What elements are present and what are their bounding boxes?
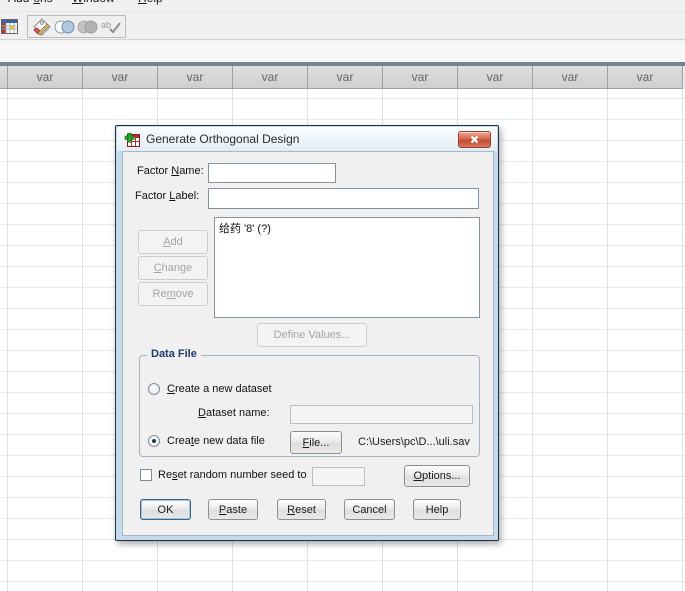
value-labels-icon[interactable] [31, 17, 53, 36]
ok-button[interactable]: OK [140, 499, 191, 520]
column-header-var[interactable]: var [83, 66, 158, 89]
reset-button[interactable]: Reset [277, 499, 326, 520]
column-header-var[interactable]: var [458, 66, 533, 89]
use-sets-icon[interactable] [54, 18, 76, 35]
spss-data-editor: { "menu": { "items": ["Add-&ons", "&Wind… [0, 0, 685, 591]
create-new-dataset-radio[interactable] [148, 383, 160, 395]
column-header-var[interactable]: var [533, 66, 608, 89]
data-file-group-title: Data File [147, 348, 201, 360]
file-button[interactable]: File... [290, 431, 342, 454]
close-icon [470, 135, 479, 144]
spell-check-icon[interactable]: ab [100, 18, 122, 35]
seed-input[interactable] [312, 467, 365, 486]
dialog-body: Factor Name: Factor Label: Add Change Re… [122, 151, 494, 536]
menu-help[interactable]: Help [138, 0, 163, 5]
dialog-icon [124, 131, 140, 147]
factor-list[interactable]: 给药 '8' (?) [214, 217, 480, 318]
reset-seed-checkbox[interactable] [140, 469, 152, 481]
column-header-var[interactable]: var [608, 66, 683, 89]
paste-button[interactable]: Paste [208, 499, 258, 520]
column-header-var[interactable]: var [383, 66, 458, 89]
toolbar: ab [0, 11, 685, 40]
add-button[interactable]: Add [138, 230, 208, 254]
use-sets-disabled-icon[interactable] [77, 18, 99, 35]
create-new-dataset-label[interactable]: Create a new dataset [167, 383, 272, 395]
factor-label-input[interactable] [208, 188, 479, 209]
editor-gap [0, 41, 685, 62]
svg-text:ab: ab [101, 20, 111, 30]
factor-list-item[interactable]: 给药 '8' (?) [219, 220, 475, 236]
factor-label-label: Factor Label: [135, 190, 200, 202]
column-header-var[interactable]: var [308, 66, 383, 89]
data-file-group: Data File Create a new dataset Dataset n… [139, 348, 480, 457]
dialog-titlebar[interactable]: Generate Orthogonal Design [117, 127, 497, 151]
row-header-corner [0, 66, 8, 89]
data-file-path: C:\Users\pc\D...\uli.sav [358, 436, 470, 448]
define-values-button[interactable]: Define Values... [257, 323, 367, 347]
create-new-data-file-label[interactable]: Create new data file [167, 435, 265, 447]
factor-name-input[interactable] [208, 163, 336, 183]
column-header-row: var var var var var var var var var [0, 66, 685, 89]
close-button[interactable] [458, 131, 491, 148]
create-new-data-file-radio[interactable] [148, 435, 160, 447]
menu-add-ons[interactable]: Add-ons [8, 0, 53, 5]
remove-button[interactable]: Re m ove [138, 282, 208, 306]
dialog-title: Generate Orthogonal Design [146, 132, 300, 146]
help-button[interactable]: Help [413, 499, 461, 520]
toolbar-group: ab [27, 15, 126, 38]
menu-bar: Add-ons Window Help [0, 0, 685, 9]
options-button[interactable]: Options... [404, 465, 470, 487]
reset-seed-label[interactable]: Reset random number seed to [158, 469, 307, 481]
column-header-var[interactable]: var [233, 66, 308, 89]
column-header-var[interactable]: var [158, 66, 233, 89]
generate-orthogonal-design-dialog: Generate Orthogonal Design Factor Name: … [115, 125, 499, 541]
factor-name-label: Factor Name: [137, 165, 204, 177]
column-header-var[interactable]: var [8, 66, 83, 89]
menu-window[interactable]: Window [72, 0, 115, 5]
change-button[interactable]: Change [138, 256, 208, 280]
dataset-name-label: Dataset name: [198, 407, 270, 419]
cancel-button[interactable]: Cancel [344, 499, 395, 520]
recall-dialogs-icon[interactable] [0, 17, 20, 35]
dataset-name-input[interactable] [290, 405, 473, 424]
